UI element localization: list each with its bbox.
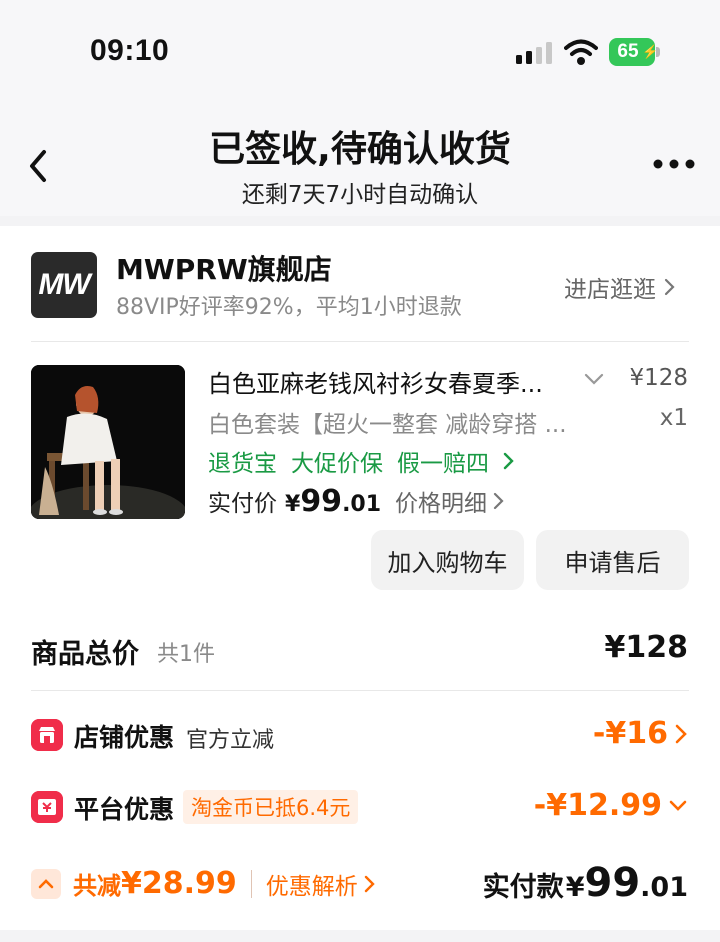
shop-logo[interactable]: MW	[31, 252, 97, 318]
separator	[250, 869, 252, 898]
product-price: ¥128	[629, 365, 688, 391]
chevron-down-icon[interactable]	[583, 372, 605, 386]
actual-price-currency: ¥	[285, 492, 301, 517]
chevron-down-icon	[669, 800, 687, 811]
battery-level: 65	[617, 41, 639, 62]
status-time: 09:10	[90, 34, 170, 67]
final-payment-label: 实付款	[482, 872, 564, 903]
total-price: ¥128	[604, 630, 689, 665]
cellular-signal-icon	[516, 42, 552, 64]
tag-return-insurance: 退货宝	[208, 451, 277, 477]
actual-price-row: 实付价 ¥ 99 .01 价格明细	[208, 484, 505, 519]
divider	[31, 341, 689, 342]
after-sale-button[interactable]: 申请售后	[536, 530, 689, 590]
platform-discount-value: -¥12.99	[533, 788, 662, 823]
store-discount-amount[interactable]: -¥16	[593, 716, 688, 751]
price-detail-label: 价格明细	[395, 491, 488, 517]
final-payment-integer: 99	[584, 860, 641, 906]
enter-shop-label: 进店逛逛	[564, 277, 656, 303]
chevron-right-icon	[364, 875, 375, 892]
saved-amount: ¥28.99	[121, 866, 237, 901]
actual-price-integer: 99	[300, 484, 343, 519]
chevron-right-icon	[503, 452, 514, 470]
store-discount-note: 官方立减	[186, 728, 275, 753]
store-discount-label: 店铺优惠	[74, 723, 175, 752]
chevron-right-icon	[664, 278, 675, 296]
final-payment-decimal: .01	[640, 872, 688, 903]
store-discount-icon	[31, 719, 63, 751]
charging-bolt-icon: ⚡	[642, 44, 659, 59]
platform-discount-label: 平台优惠	[74, 795, 175, 824]
actual-price-label: 实付价	[208, 491, 277, 517]
product-quantity: x1	[659, 405, 688, 431]
final-payment-currency: ¥	[565, 872, 585, 903]
divider	[31, 690, 689, 691]
total-price-label: 商品总价	[31, 639, 139, 670]
chevron-up-icon[interactable]	[31, 868, 61, 899]
actual-price-decimal: .01	[342, 492, 382, 517]
store-discount-value: -¥16	[592, 716, 668, 751]
savings-summary[interactable]: 共减 ¥28.99 优惠解析	[31, 866, 376, 901]
discount-analysis-link[interactable]: 优惠解析	[266, 867, 376, 901]
more-options-icon[interactable]	[652, 154, 696, 174]
enter-shop-link[interactable]: 进店逛逛	[564, 270, 676, 304]
chevron-right-icon	[675, 724, 687, 743]
product-title[interactable]: 白色亚麻老钱风衬衫女春夏季...	[208, 364, 543, 399]
wifi-icon	[564, 39, 598, 65]
battery-cap	[656, 47, 660, 57]
service-tags[interactable]: 退货宝 大促价保 假一赔四	[208, 444, 515, 478]
page-title: 已签收,待确认收货	[209, 129, 511, 170]
product-spec: 白色套装【超火一整套 减龄穿搭 ...	[208, 412, 567, 438]
battery-icon: 65 ⚡	[609, 38, 659, 66]
product-image[interactable]	[31, 365, 185, 519]
tag-authentic-guarantee: 假一赔四	[397, 451, 489, 477]
saved-label: 共减	[73, 872, 121, 900]
final-payment: 实付款 ¥ 99 .01	[483, 860, 688, 906]
platform-discount-amount[interactable]: -¥12.99	[534, 788, 688, 823]
shop-description: 88VIP好评率92%，平均1小时退款	[116, 295, 462, 320]
tag-price-protect: 大促价保	[291, 451, 383, 477]
platform-discount-icon	[31, 791, 63, 823]
shop-name[interactable]: MWPRW旗舰店	[116, 248, 332, 288]
discount-analysis-label: 优惠解析	[265, 873, 358, 900]
chevron-right-icon	[493, 492, 504, 510]
item-count: 共1件	[157, 642, 215, 667]
add-to-cart-button[interactable]: 加入购物车	[371, 530, 524, 590]
price-detail-link[interactable]: 价格明细	[395, 484, 505, 518]
taojinbi-badge: 淘金币已抵6.4元	[183, 790, 359, 824]
page-subtitle: 还剩7天7小时自动确认	[241, 182, 479, 208]
